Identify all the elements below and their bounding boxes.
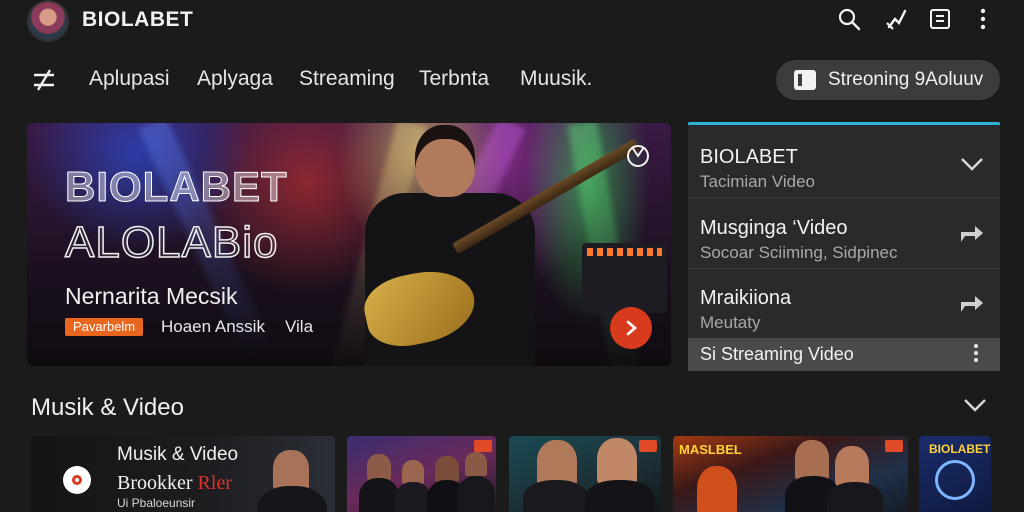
share-icon[interactable]	[958, 219, 986, 247]
disc-icon	[935, 460, 975, 500]
more-vert-icon[interactable]	[970, 6, 996, 32]
video-card[interactable]: BIOLABET	[919, 436, 991, 512]
side-panel: BIOLABET Tacimian Video Musginga ‘Video …	[688, 122, 1000, 371]
tv-icon	[794, 70, 816, 90]
hero-tag-badge: Pavarbelm	[65, 318, 144, 336]
hero-subtitle: Nernarita Mecsik	[65, 283, 238, 309]
nav-item-aplyaga[interactable]: Aplyaga	[197, 67, 273, 91]
side-item-subtitle: Socoar Sciiming, Sidpinec	[700, 243, 898, 262]
video-card[interactable]	[509, 436, 661, 512]
side-item-title: Musginga ‘Video	[700, 217, 848, 239]
side-list-item[interactable]: BIOLABET Tacimian Video	[688, 128, 1000, 198]
badge-icon[interactable]	[624, 143, 652, 169]
nav-item-streaming[interactable]: Streaming	[299, 67, 395, 91]
menu-icon[interactable]	[30, 66, 58, 94]
app-header: BIOLABET	[0, 0, 1024, 44]
search-icon[interactable]	[836, 6, 862, 32]
chevron-down-icon[interactable]	[962, 396, 988, 418]
badge-icon	[639, 440, 657, 452]
nav-item-aplupasi[interactable]: Aplupasi	[89, 67, 170, 91]
video-card[interactable]	[347, 436, 496, 512]
side-item-title: Mraikiiona	[700, 287, 792, 309]
hero-tag-text: Hoaen Anssik	[161, 317, 265, 336]
hero-tag-text-secondary: Vila	[285, 317, 314, 336]
cast-icon[interactable]	[884, 6, 910, 32]
hero-title-secondary: ALOLABio	[64, 217, 279, 268]
music-logo-icon	[63, 466, 91, 494]
section-title: Musik & Video	[31, 394, 184, 421]
hero-banner[interactable]: BIOLABET ALOLABio Nernarita Mecsik Pavar…	[27, 123, 671, 366]
side-item-subtitle: Tacimian Video	[700, 172, 815, 191]
streaming-pill-label: Streoning 9Aoluuv	[828, 69, 984, 90]
play-button[interactable]	[610, 307, 652, 349]
chevron-down-icon[interactable]	[958, 150, 986, 178]
app-title: BIOLABET	[82, 8, 194, 31]
streaming-video-row[interactable]: Si Streaming Video	[688, 338, 1000, 371]
side-list-item[interactable]: Musginga ‘Video Socoar Sciiming, Sidpine…	[688, 199, 1000, 269]
guitarist-image	[345, 123, 640, 366]
more-vert-icon[interactable]	[972, 342, 986, 366]
streaming-pill-button[interactable]: Streoning 9Aoluuv	[776, 60, 1000, 100]
side-item-subtitle: Meutaty	[700, 313, 761, 332]
card-title: BIOLABET	[929, 442, 991, 456]
hero-title: BIOLABET	[65, 163, 288, 211]
nav-item-musik[interactable]: Muusik.	[520, 67, 592, 91]
video-card[interactable]: Musik & Video Brookker Rler Ui Pbaloeuns…	[31, 436, 335, 512]
share-icon[interactable]	[958, 289, 986, 317]
nav-item-terbnta[interactable]: Terbnta	[419, 67, 489, 91]
library-icon[interactable]	[927, 6, 953, 32]
artist-thumbnail	[253, 446, 333, 512]
card-title: MASLBEL	[679, 442, 742, 457]
amplifier-lights	[587, 248, 662, 256]
side-item-title: BIOLABET	[700, 146, 798, 168]
chevron-right-icon	[626, 320, 637, 336]
badge-icon	[885, 440, 903, 452]
streaming-video-label: Si Streaming Video	[700, 344, 854, 364]
card-caption: Ui Pbaloeunsir	[117, 496, 196, 510]
avatar[interactable]	[27, 0, 69, 42]
badge-icon	[474, 440, 492, 452]
card-subtitle: Brookker Rler	[117, 472, 232, 494]
card-title: Musik & Video	[117, 444, 239, 465]
video-card[interactable]: MASLBEL	[673, 436, 908, 512]
side-list-item[interactable]: Mraikiiona Meutaty	[688, 269, 1000, 339]
